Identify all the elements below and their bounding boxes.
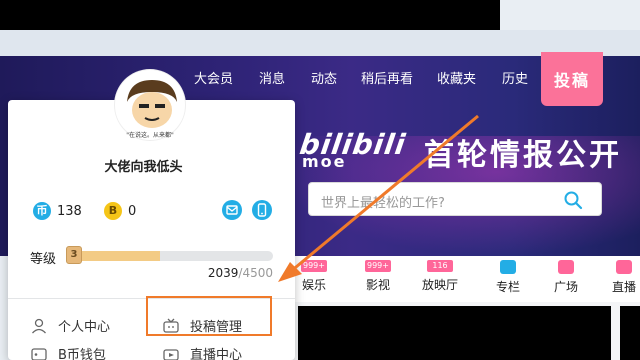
mail-icon[interactable] — [222, 200, 242, 220]
menu-wallet[interactable]: B币钱包 — [30, 344, 106, 360]
channel-label: 放映厅 — [421, 278, 458, 292]
xp-readout: 2039/4500 — [180, 266, 273, 280]
banner-headline: 首轮情报公开 — [424, 138, 622, 173]
menu-label: B币钱包 — [58, 348, 106, 360]
live-channel-icon — [616, 260, 632, 274]
coin-balance[interactable]: 币 138 — [33, 202, 82, 220]
channel-label: 娱乐 — [301, 278, 326, 292]
menu-label: 个人中心 — [58, 320, 111, 335]
person-icon — [32, 318, 46, 333]
username[interactable]: 大佬向我低头 — [0, 156, 287, 175]
nav-messages[interactable]: 消息 — [259, 68, 285, 87]
xp-current: 2039 — [207, 266, 239, 280]
redacted-region — [298, 306, 611, 360]
channel-badge: 999+ — [301, 260, 327, 272]
wallet-icon — [31, 347, 47, 360]
search-input[interactable]: 世界上最轻松的工作? — [321, 192, 445, 211]
nav-watch-later[interactable]: 稍后再看 — [361, 68, 413, 87]
level-progress-bar — [66, 251, 273, 261]
upload-button[interactable]: 投稿 — [541, 52, 603, 106]
live-icon — [163, 348, 179, 360]
coin-value: 138 — [57, 203, 82, 219]
square-icon — [558, 260, 574, 274]
column-icon — [500, 260, 516, 274]
menu-label: 直播中心 — [190, 348, 243, 360]
channel-movies[interactable]: 999+ 影视 — [356, 260, 400, 293]
nav-dynamics[interactable]: 动态 — [311, 68, 337, 87]
level-label: 等级 — [30, 252, 57, 267]
coin-icon: 币 — [33, 202, 51, 220]
channel-label: 直播 — [611, 280, 636, 294]
highlight-box — [146, 296, 272, 336]
channel-badge: 999+ — [365, 260, 391, 272]
channel-column[interactable]: 专栏 — [486, 260, 530, 295]
menu-live-center[interactable]: 直播中心 — [162, 344, 242, 360]
redacted-region — [0, 0, 500, 30]
bcoin-icon: B — [104, 202, 122, 220]
channel-badge: 116 — [427, 260, 453, 272]
channel-label: 广场 — [553, 280, 578, 294]
channel-entertainment[interactable]: 999+ 娱乐 — [292, 260, 336, 293]
nav-history[interactable]: 历史 — [502, 68, 528, 87]
phone-icon[interactable] — [252, 200, 272, 220]
avatar-caption: "在说这。从来都" — [126, 132, 174, 139]
bcoin-balance[interactable]: B 0 — [104, 202, 136, 220]
redacted-region — [620, 306, 640, 360]
bcoin-value: 0 — [128, 203, 137, 219]
channel-bar: 999+ 娱乐 999+ 影视 116 放映厅 专栏 广场 直播 — [290, 256, 640, 302]
nav-vip[interactable]: 大会员 — [194, 68, 233, 87]
menu-personal-center[interactable]: 个人中心 — [30, 316, 110, 335]
channel-theater[interactable]: 116 放映厅 — [418, 260, 462, 293]
screen: 大会员 消息 动态 稍后再看 收藏夹 历史 投稿 bilibili moe 首轮… — [0, 0, 640, 360]
level-badge: 3 — [66, 246, 82, 264]
channel-live[interactable]: 直播 — [602, 260, 640, 295]
logo-subtitle: moe — [302, 152, 347, 171]
channel-label: 影视 — [365, 278, 390, 292]
channel-label: 专栏 — [495, 280, 520, 294]
search-icon[interactable] — [563, 190, 583, 214]
nav-favorites[interactable]: 收藏夹 — [437, 68, 476, 87]
xp-max: /4500 — [238, 266, 273, 280]
search-box[interactable]: 世界上最轻松的工作? — [308, 182, 602, 216]
channel-square[interactable]: 广场 — [544, 260, 588, 295]
